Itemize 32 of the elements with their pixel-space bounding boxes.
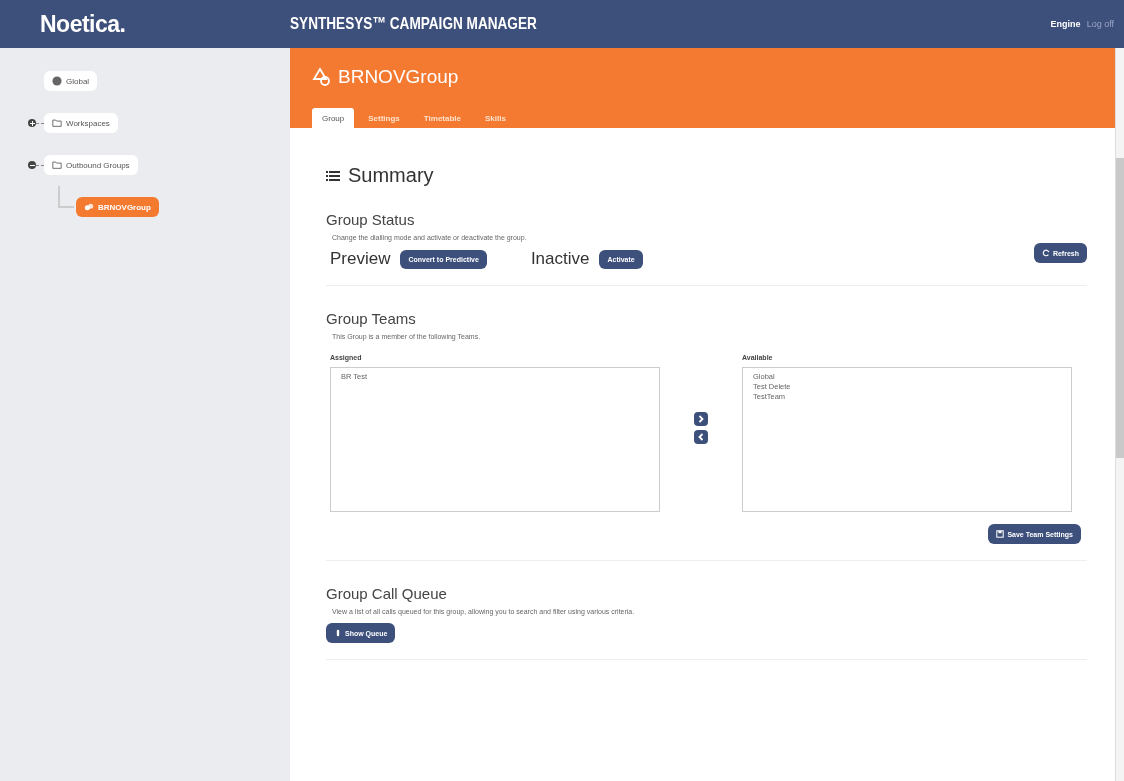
section-heading: Group Call Queue [326, 585, 448, 602]
tree-connector [58, 186, 74, 208]
tree-item[interactable]: Global [44, 71, 98, 91]
tree-item[interactable]: Outbound Groups [44, 155, 138, 175]
expand-toggle[interactable] [28, 161, 36, 169]
state-label: Inactive [530, 249, 590, 269]
folder-icon [52, 118, 62, 128]
move-left-button[interactable] [694, 430, 708, 444]
tab[interactable]: Group [312, 108, 355, 128]
refresh-icon [1041, 249, 1050, 257]
page-title: BRNOVGroup [338, 66, 459, 88]
chevron-right-icon [696, 414, 706, 424]
list-icon [326, 169, 340, 182]
tree-item[interactable]: Workspaces [44, 113, 118, 133]
save-icon [996, 530, 1005, 538]
bar-icon [334, 629, 342, 637]
logo: Noetica. [39, 10, 127, 38]
logout-link[interactable]: Log off [1086, 19, 1114, 29]
section-heading: Group Teams [326, 310, 417, 327]
user-link[interactable]: Engine [1050, 19, 1081, 29]
globe-icon [52, 76, 62, 86]
group-icon [312, 67, 332, 87]
section-title: Summary [348, 164, 434, 187]
mode-label: Preview [330, 249, 391, 269]
section-heading: Group Status [326, 211, 416, 228]
group-icon [84, 202, 94, 212]
chevron-left-icon [696, 432, 706, 442]
scrollbar[interactable] [1115, 48, 1124, 781]
move-right-button[interactable] [694, 412, 708, 426]
app-title: SYNTHESYS™ CAMPAIGN MANAGER [290, 14, 538, 34]
folder-icon [52, 160, 62, 170]
expand-toggle[interactable] [28, 119, 36, 127]
